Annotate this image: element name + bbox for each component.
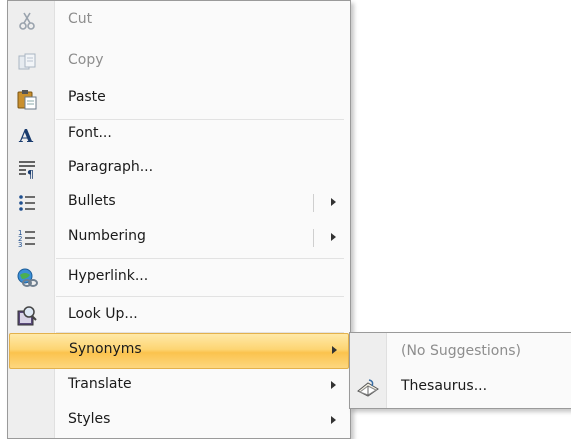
menu-item-label: Copy bbox=[68, 52, 104, 68]
menu-item-cut[interactable]: Cut bbox=[10, 3, 348, 39]
menu-item-look-up[interactable]: Look Up... bbox=[10, 298, 348, 334]
svg-text:¶: ¶ bbox=[27, 168, 34, 180]
menu-item-translate[interactable]: Translate bbox=[10, 368, 348, 404]
menu-item-synonyms[interactable]: Synonyms bbox=[9, 333, 349, 369]
menu-item-font[interactable]: A Font... bbox=[10, 117, 348, 153]
menu-item-label: Paragraph... bbox=[68, 159, 154, 175]
submenu-arrow-icon[interactable] bbox=[331, 416, 336, 424]
menu-item-paste[interactable]: Paste bbox=[10, 81, 348, 117]
menu-item-numbering[interactable]: 123 Numbering bbox=[10, 220, 348, 256]
menu-item-label: Bullets bbox=[68, 193, 116, 209]
menu-item-label: Paste bbox=[68, 89, 106, 105]
menu-item-label: Font... bbox=[68, 125, 112, 141]
menu-item-styles[interactable]: Styles bbox=[10, 403, 348, 439]
context-menu: Cut Copy Paste A Font... ¶ Paragraph... … bbox=[7, 0, 351, 439]
scissors-icon bbox=[16, 10, 38, 32]
numbering-icon: 123 bbox=[16, 227, 38, 249]
copy-icon bbox=[16, 51, 38, 73]
menu-item-label: Cut bbox=[68, 11, 93, 27]
submenu-divider bbox=[313, 194, 314, 212]
lookup-icon bbox=[16, 305, 38, 327]
menu-item-hyperlink[interactable]: Hyperlink... bbox=[10, 260, 348, 296]
menu-item-paragraph[interactable]: ¶ Paragraph... bbox=[10, 151, 348, 187]
submenu-divider bbox=[313, 229, 314, 247]
menu-separator bbox=[56, 258, 344, 259]
menu-item-label: Numbering bbox=[68, 228, 146, 244]
menu-item-label: Synonyms bbox=[69, 341, 142, 357]
menu-separator bbox=[56, 296, 344, 297]
menu-item-label: Look Up... bbox=[68, 306, 138, 322]
menu-item-thesaurus[interactable]: Thesaurus... bbox=[352, 370, 570, 406]
bullets-icon bbox=[16, 192, 38, 214]
svg-text:3: 3 bbox=[18, 241, 22, 249]
menu-item-no-suggestions: (No Suggestions) bbox=[352, 335, 570, 371]
menu-item-label: Thesaurus... bbox=[401, 378, 488, 394]
thesaurus-icon bbox=[356, 377, 379, 399]
font-icon: A bbox=[16, 124, 38, 147]
svg-text:A: A bbox=[18, 126, 34, 146]
synonyms-submenu: (No Suggestions) Thesaurus... bbox=[349, 332, 571, 409]
submenu-arrow-icon[interactable] bbox=[331, 233, 336, 241]
menu-item-copy[interactable]: Copy bbox=[10, 44, 348, 80]
menu-item-label: Hyperlink... bbox=[68, 268, 149, 284]
menu-item-label: Styles bbox=[68, 411, 111, 427]
paste-icon bbox=[16, 88, 38, 110]
menu-item-label: (No Suggestions) bbox=[401, 343, 521, 359]
submenu-arrow-icon[interactable] bbox=[331, 198, 336, 206]
submenu-arrow-icon[interactable] bbox=[332, 346, 337, 354]
hyperlink-icon bbox=[16, 267, 38, 289]
paragraph-icon: ¶ bbox=[16, 158, 38, 181]
submenu-arrow-icon[interactable] bbox=[331, 381, 336, 389]
menu-item-label: Translate bbox=[68, 376, 132, 392]
menu-item-bullets[interactable]: Bullets bbox=[10, 185, 348, 221]
